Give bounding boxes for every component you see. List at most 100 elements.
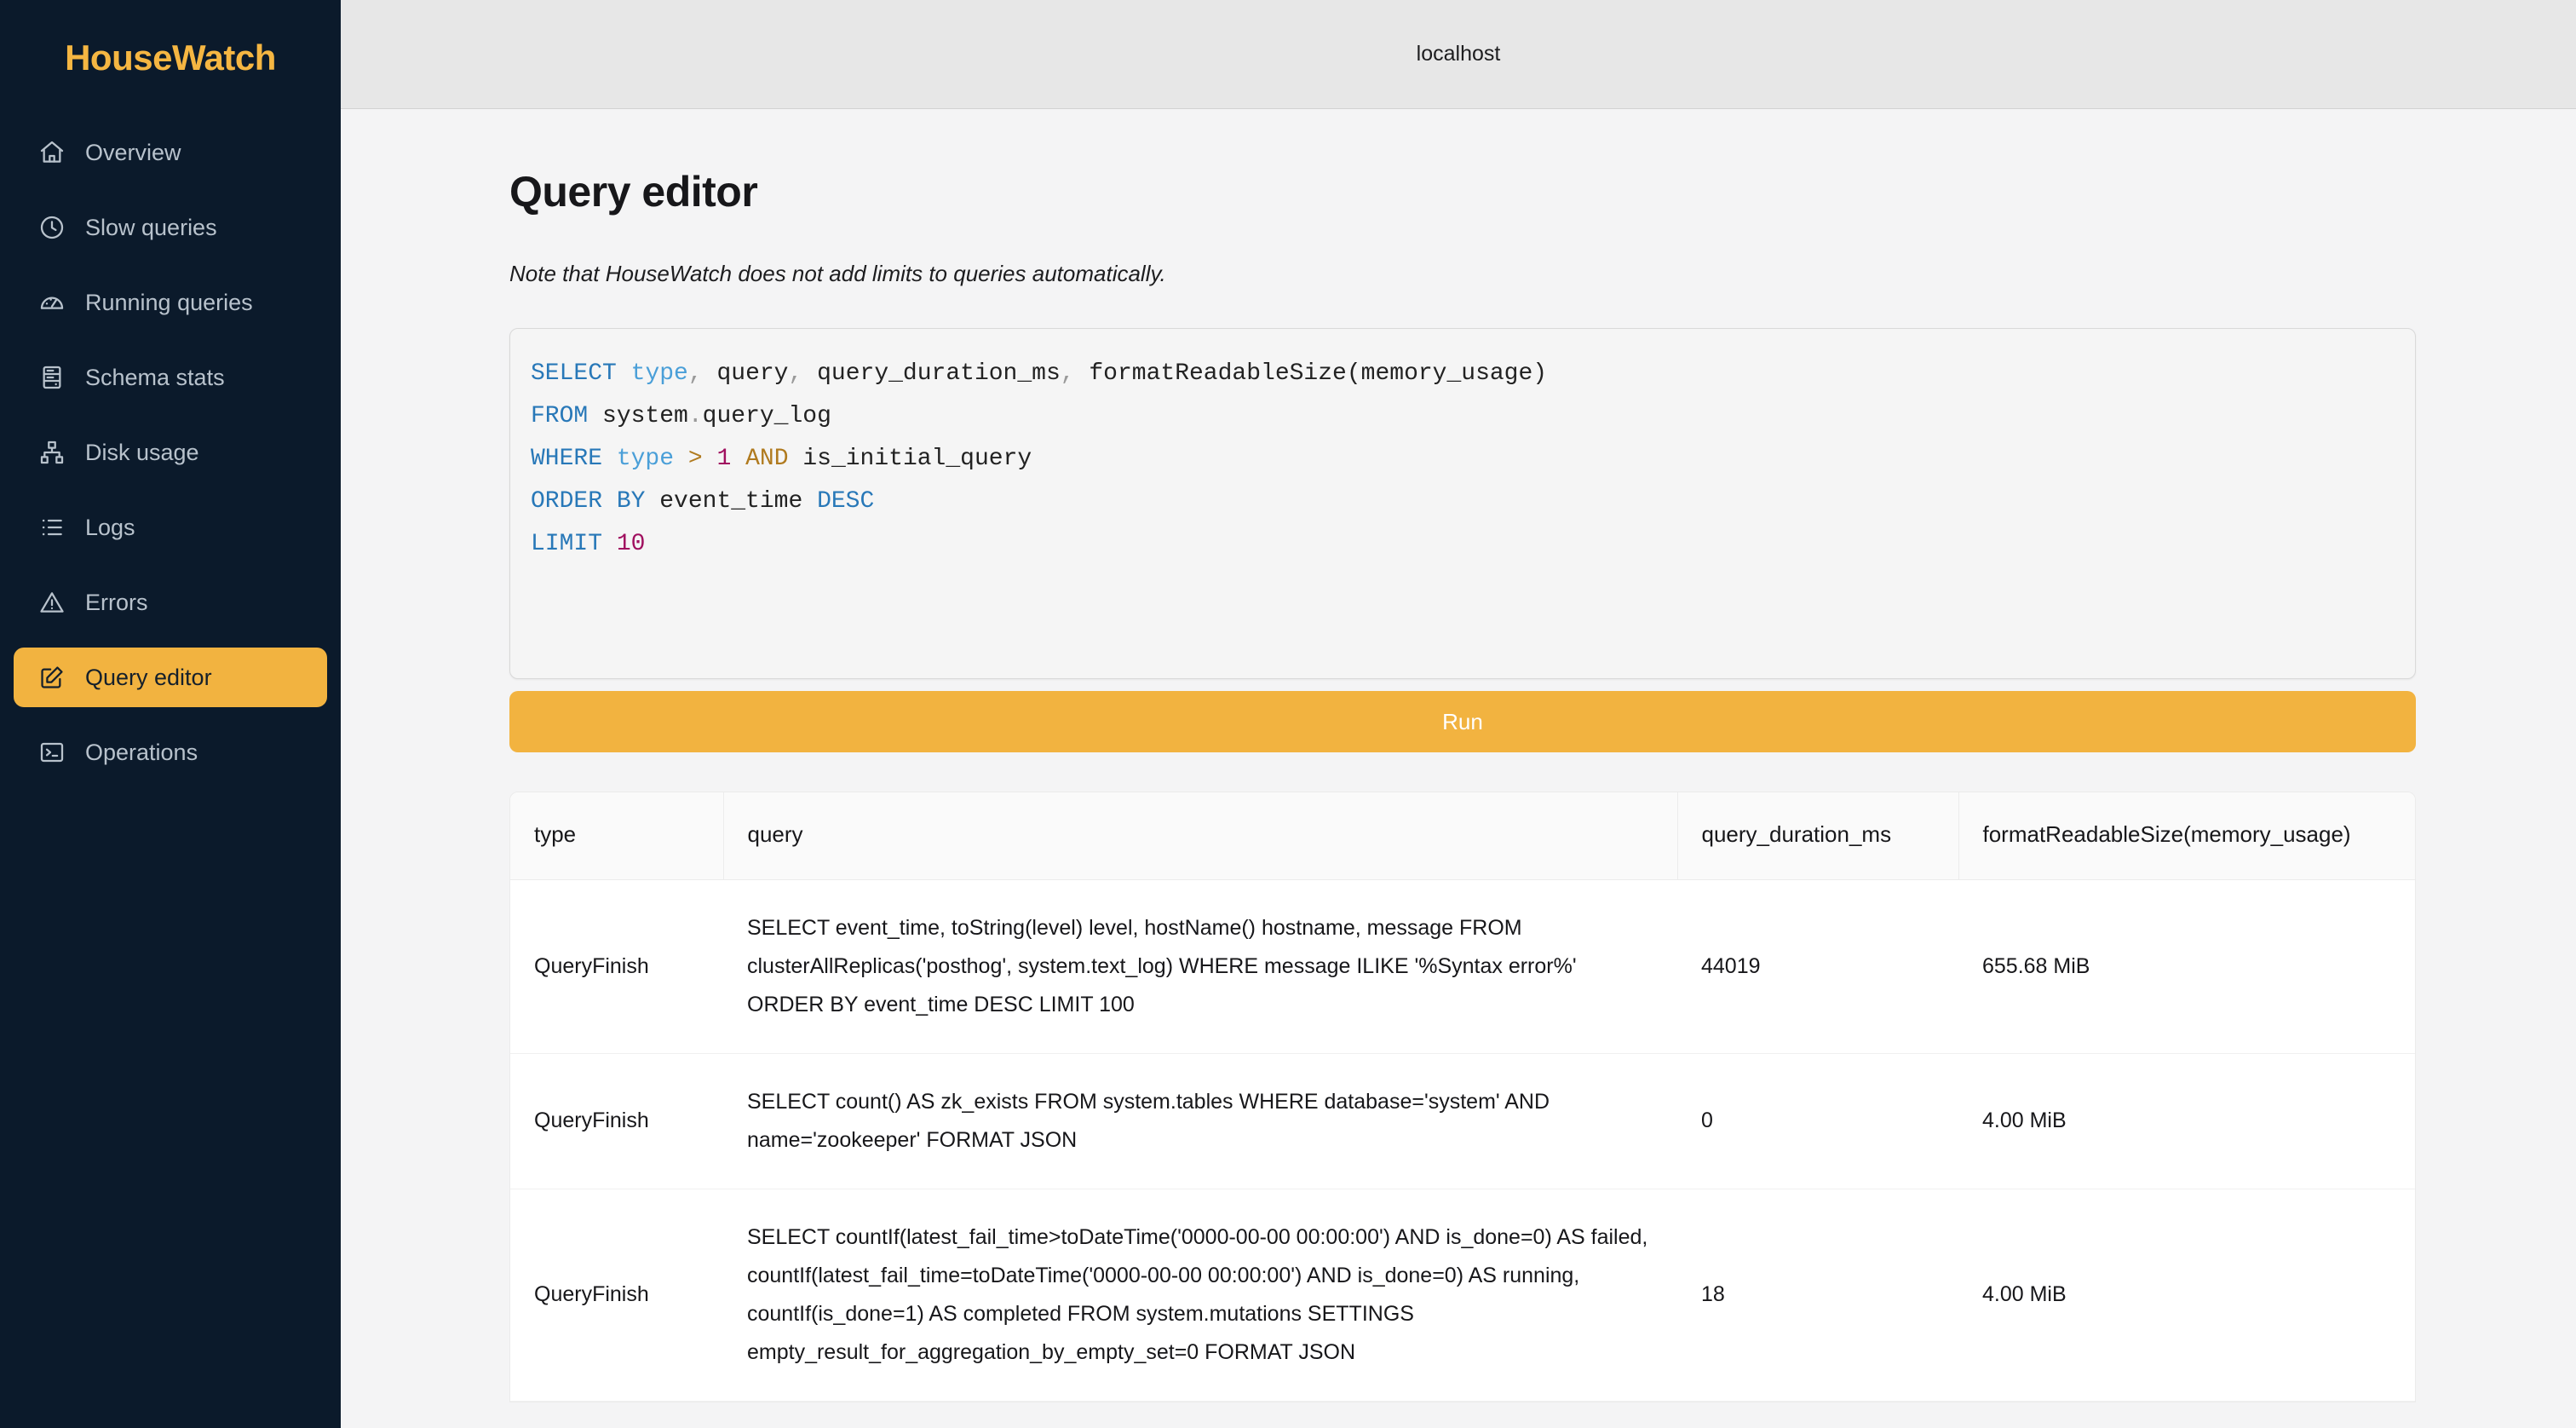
table-row: QueryFinishSELECT count() AS zk_exists F… <box>510 1053 2415 1189</box>
sidebar-item-label: Schema stats <box>85 365 225 391</box>
results-table-card: typequeryquery_duration_msformatReadable… <box>509 792 2416 1402</box>
sidebar-item-overview[interactable]: Overview <box>14 123 327 182</box>
topbar: localhost <box>341 0 2576 109</box>
results-table-head: typequeryquery_duration_msformatReadable… <box>510 792 2415 879</box>
gauge-icon <box>37 288 66 317</box>
sidebar-item-operations[interactable]: Operations <box>14 723 327 782</box>
sql-token: memory_usage <box>1361 360 1533 387</box>
sql-token <box>602 488 617 515</box>
warning-icon <box>37 588 66 617</box>
sql-token: ) <box>1532 360 1547 387</box>
run-button[interactable]: Run <box>509 691 2416 752</box>
sidebar-item-label: Running queries <box>85 290 253 316</box>
sql-token: system <box>588 403 688 429</box>
cell-memory: 655.68 MiB <box>1958 879 2415 1053</box>
sql-line: WHERE type > 1 AND is_initial_query <box>531 438 2395 481</box>
table-row: QueryFinishSELECT event_time, toString(l… <box>510 879 2415 1053</box>
sql-line: LIMIT 10 <box>531 523 2395 566</box>
column-header[interactable]: type <box>510 792 723 879</box>
sidebar-item-label: Slow queries <box>85 215 217 241</box>
sql-token: DESC <box>817 488 874 515</box>
cell-query: SELECT event_time, toString(level) level… <box>723 879 1677 1053</box>
sql-token <box>703 446 717 472</box>
sql-token: , <box>1061 360 1075 387</box>
table-header-row: typequeryquery_duration_msformatReadable… <box>510 792 2415 879</box>
sidebar-item-label: Disk usage <box>85 440 199 466</box>
sitemap-icon <box>37 438 66 467</box>
cell-duration: 44019 <box>1677 879 1958 1053</box>
sidebar-item-query-editor[interactable]: Query editor <box>14 648 327 707</box>
sidebar-item-label: Errors <box>85 590 148 616</box>
sidebar-item-label: Logs <box>85 515 135 541</box>
cell-query: SELECT count() AS zk_exists FROM system.… <box>723 1053 1677 1189</box>
sql-token: AND <box>745 446 788 472</box>
sql-token: . <box>688 403 703 429</box>
list-icon <box>37 513 66 542</box>
cell-type: QueryFinish <box>510 1053 723 1189</box>
sql-token: type <box>631 360 688 387</box>
sidebar-item-errors[interactable]: Errors <box>14 573 327 632</box>
clock-icon <box>37 213 66 242</box>
sql-line: ORDER BY event_time DESC <box>531 481 2395 523</box>
results-table: typequeryquery_duration_msformatReadable… <box>510 792 2415 1402</box>
sql-token: ( <box>1347 360 1361 387</box>
cell-memory: 4.00 MiB <box>1958 1189 2415 1401</box>
column-header[interactable]: query <box>723 792 1677 879</box>
sql-token <box>731 446 745 472</box>
sql-token: SELECT <box>531 360 617 387</box>
sidebar-nav: Overview Slow queries Running queries Schem… <box>0 123 341 797</box>
sql-token <box>674 446 688 472</box>
page-content: Query editor Note that HouseWatch does n… <box>341 109 2576 1428</box>
host-title: localhost <box>1417 42 1501 66</box>
terminal-icon <box>37 738 66 767</box>
sql-token: query_log <box>703 403 831 429</box>
sql-editor[interactable]: SELECT type, query, query_duration_ms, f… <box>509 328 2416 679</box>
cell-duration: 0 <box>1677 1053 1958 1189</box>
sql-token: FROM <box>531 403 588 429</box>
page-title: Query editor <box>509 167 2416 216</box>
sql-line: FROM system.query_log <box>531 395 2395 438</box>
cell-duration: 18 <box>1677 1189 1958 1401</box>
table-row: QueryFinishSELECT countIf(latest_fail_ti… <box>510 1189 2415 1401</box>
edit-icon <box>37 663 66 692</box>
sidebar-item-disk-usage[interactable]: Disk usage <box>14 423 327 482</box>
sql-token: , <box>789 360 803 387</box>
sql-token: , <box>688 360 703 387</box>
sidebar-item-slow-queries[interactable]: Slow queries <box>14 198 327 257</box>
cell-type: QueryFinish <box>510 879 723 1053</box>
sql-line: SELECT type, query, query_duration_ms, f… <box>531 353 2395 395</box>
sidebar: HouseWatch Overview Slow queries Running q… <box>0 0 341 1428</box>
server-icon <box>37 363 66 392</box>
column-header[interactable]: query_duration_ms <box>1677 792 1958 879</box>
sql-token <box>602 531 617 557</box>
sql-token: WHERE <box>531 446 602 472</box>
sql-token: is_initial_query <box>789 446 1032 472</box>
cell-memory: 4.00 MiB <box>1958 1053 2415 1189</box>
sidebar-item-running-queries[interactable]: Running queries <box>14 273 327 332</box>
sql-token: type <box>617 446 674 472</box>
sidebar-item-logs[interactable]: Logs <box>14 498 327 557</box>
sql-token: query_duration_ms <box>802 360 1060 387</box>
sql-token: query <box>703 360 789 387</box>
home-icon <box>37 138 66 167</box>
sidebar-item-label: Operations <box>85 740 198 766</box>
main-area: localhost Query editor Note that HouseWa… <box>341 0 2576 1428</box>
sql-token <box>602 446 617 472</box>
sql-token: event_time <box>645 488 817 515</box>
cell-type: QueryFinish <box>510 1189 723 1401</box>
sql-token: BY <box>617 488 646 515</box>
sql-token <box>617 360 631 387</box>
sql-token: ORDER <box>531 488 602 515</box>
app-logo: HouseWatch <box>0 26 341 123</box>
app-root: HouseWatch Overview Slow queries Running q… <box>0 0 2576 1428</box>
column-header[interactable]: formatReadableSize(memory_usage) <box>1958 792 2415 879</box>
cell-query: SELECT countIf(latest_fail_time>toDateTi… <box>723 1189 1677 1401</box>
sql-token: > <box>688 446 703 472</box>
sql-token: formatReadableSize <box>1075 360 1347 387</box>
page-note: Note that HouseWatch does not add limits… <box>509 261 2416 287</box>
sql-token: 1 <box>716 446 731 472</box>
sidebar-item-label: Overview <box>85 140 181 166</box>
sidebar-item-label: Query editor <box>85 665 212 691</box>
sidebar-item-schema-stats[interactable]: Schema stats <box>14 348 327 407</box>
results-table-body: QueryFinishSELECT event_time, toString(l… <box>510 879 2415 1401</box>
